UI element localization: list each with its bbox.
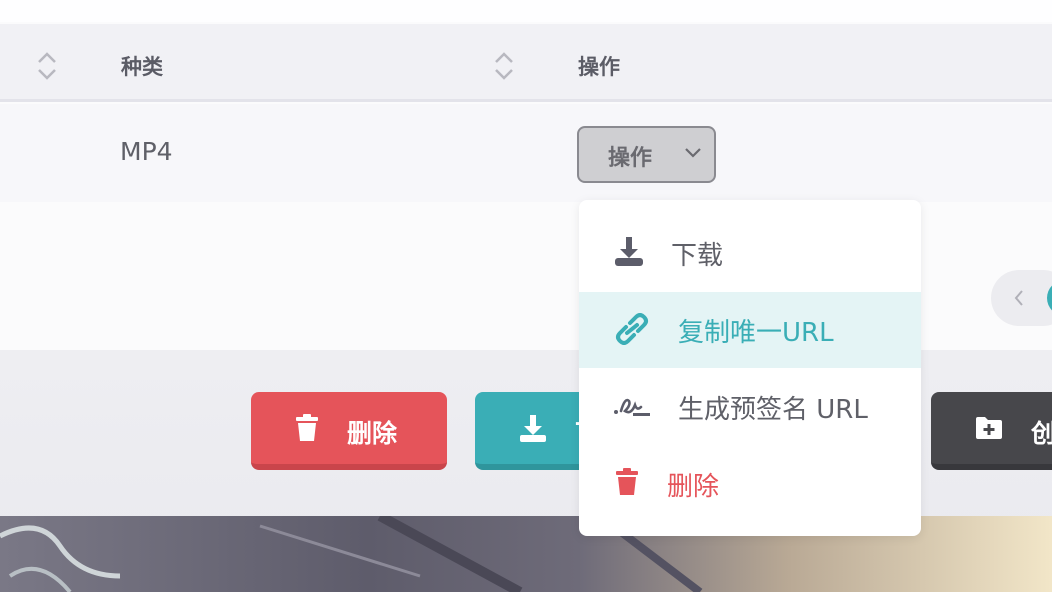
folder-plus-icon — [976, 417, 1002, 439]
cell-kind: MP4 — [120, 137, 173, 166]
chevron-left-icon[interactable] — [1013, 288, 1025, 308]
top-strip — [0, 0, 1052, 22]
trash-icon — [296, 414, 318, 441]
table-header: 种类 操作 — [0, 24, 1052, 102]
actions-dropdown-label: 操作 — [608, 146, 653, 171]
menu-item-download-label: 下载 — [671, 241, 724, 271]
menu-item-copy-url[interactable]: 复制唯一URL — [579, 292, 921, 368]
download-icon — [520, 415, 546, 442]
delete-button[interactable]: 删除 — [251, 392, 447, 470]
menu-item-copy-url-label: 复制唯一URL — [678, 318, 834, 348]
menu-item-download[interactable]: 下载 — [579, 215, 921, 291]
menu-item-delete-label: 删除 — [667, 472, 720, 502]
trash-icon — [616, 468, 638, 495]
menu-item-presigned-url-label: 生成预签名 URL — [678, 395, 868, 425]
chevron-down-icon — [685, 148, 701, 158]
column-header-actions: 操作 — [578, 55, 620, 79]
create-folder-button-label: 创 — [1031, 419, 1052, 448]
sort-icon[interactable] — [493, 50, 515, 82]
table-row: MP4 操作 — [0, 104, 1052, 202]
actions-dropdown-button[interactable]: 操作 — [577, 126, 716, 183]
column-header-kind[interactable]: 种类 — [121, 51, 163, 81]
menu-item-presigned-url[interactable]: 生成预签名 URL — [579, 369, 921, 445]
actions-dropdown-menu: 下载 复制唯一URL 生成预签名 URL 删除 — [579, 200, 921, 536]
create-folder-button[interactable]: 创 — [931, 392, 1052, 470]
signature-icon — [614, 398, 650, 416]
sort-icon[interactable] — [36, 50, 58, 82]
current-page-indicator[interactable] — [1047, 280, 1052, 316]
link-icon — [616, 313, 648, 345]
menu-item-delete[interactable]: 删除 — [579, 446, 921, 522]
pagination — [991, 270, 1052, 326]
delete-button-label: 删除 — [347, 419, 398, 448]
download-tray-icon — [615, 237, 643, 266]
